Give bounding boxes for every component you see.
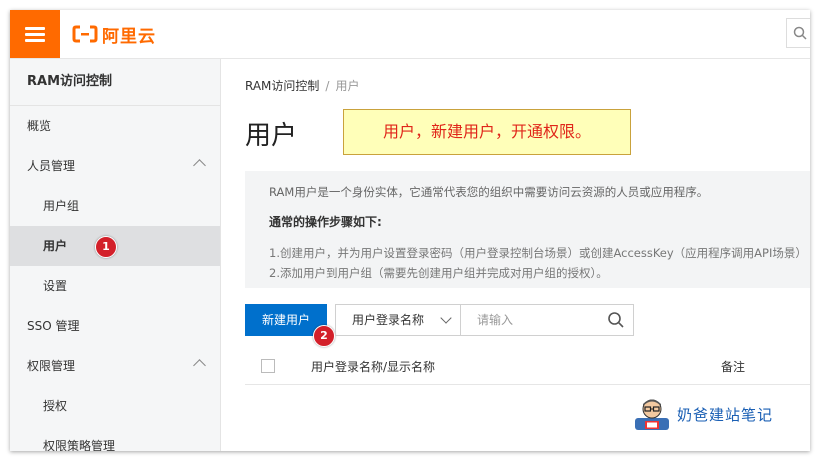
top-bar: 阿里云 [10,10,810,59]
sidebar-item-label: 概览 [27,119,52,133]
watermark: 奶爸建站笔记 [633,396,773,432]
sidebar-item-label: 人员管理 [27,159,76,173]
search-placeholder: 请输入 [477,313,514,327]
aliyun-logo-icon [72,25,98,43]
hamburger-icon [25,27,45,42]
search-icon [793,26,807,40]
info-step-2: 2.添加用户到用户组（需要先创建用户组并完成对用户组的授权）。 [269,266,608,280]
sidebar-item-label: SSO 管理 [27,319,80,333]
brand-name: 阿里云 [102,26,156,47]
aliyun-logo[interactable]: 阿里云 [72,20,156,48]
select-all-checkbox[interactable] [261,359,275,373]
sidebar-item-permission-management[interactable]: 权限管理 [10,346,220,386]
watermark-text: 奶爸建站笔记 [677,405,774,424]
sidebar-item-users[interactable]: 用户 1 [10,226,220,266]
select-value: 用户登录名称 [352,313,425,327]
sidebar-item-sso[interactable]: SSO 管理 [10,306,220,346]
sidebar-item-policy-management[interactable]: 权限策略管理 [10,426,220,451]
step-badge-2: 2 [313,325,335,347]
watermark-avatar-icon [635,399,669,430]
sidebar-item-label: 授权 [43,399,68,413]
search-field-select[interactable]: 用户登录名称 [335,304,461,336]
column-header-login-name[interactable]: 用户登录名称/显示名称 [311,358,435,375]
sidebar-item-overview[interactable]: 概览 [10,106,220,146]
sidebar-item-label: 用户组 [43,199,80,213]
breadcrumb: RAM访问控制 / 用户 [245,77,359,94]
info-steps-title: 通常的操作步骤如下: [269,215,382,229]
chevron-up-icon [193,159,206,172]
sidebar-item-label: 权限策略管理 [43,439,116,451]
hamburger-menu-button[interactable] [10,10,60,58]
search-input[interactable]: 请输入 [460,304,634,336]
sidebar: RAM访问控制 概览 人员管理 用户组 用户 1 设置 SSO 管理 权限管理 … [10,59,221,451]
breadcrumb-root-link[interactable]: RAM访问控制 [245,79,319,93]
info-description: RAM用户是一个身份实体，它通常代表您的组织中需要访问云资源的人员或应用程序。 [269,185,709,199]
search-icon[interactable] [607,311,625,329]
annotation-callout: 用户，新建用户，开通权限。 [343,109,631,155]
sidebar-item-label: 权限管理 [27,359,76,373]
top-search-button[interactable] [786,18,810,48]
app-window: 阿里云 RAM访问控制 概览 人员管理 用户组 用户 1 设置 SSO 管理 权… [10,10,810,451]
step-badge-1: 1 [95,236,117,258]
sidebar-item-people-management[interactable]: 人员管理 [10,146,220,186]
sidebar-item-user-groups[interactable]: 用户组 [10,186,220,226]
info-panel: RAM用户是一个身份实体，它通常代表您的组织中需要访问云资源的人员或应用程序。 … [245,171,810,288]
chevron-up-icon [193,359,206,372]
info-step-1: 1.创建用户，并为用户设置登录密码（用户登录控制台场景）或创建AccessKey… [269,246,807,260]
table-header: 用户登录名称/显示名称 备注 [245,347,810,385]
sidebar-title: RAM访问控制 [10,59,220,106]
chevron-down-icon [440,312,452,324]
sidebar-item-label: 用户 [43,239,68,253]
main-content: RAM访问控制 / 用户 用户 用户，新建用户，开通权限。 RAM用户是一个身份实体… [221,59,810,451]
sidebar-item-grants[interactable]: 授权 [10,386,220,426]
sidebar-item-label: 设置 [43,279,68,293]
breadcrumb-current: 用户 [335,79,360,93]
breadcrumb-separator: / [325,79,330,93]
column-header-remark: 备注 [721,360,746,374]
sidebar-item-settings[interactable]: 设置 [10,266,220,306]
page-title: 用户 [245,121,298,151]
